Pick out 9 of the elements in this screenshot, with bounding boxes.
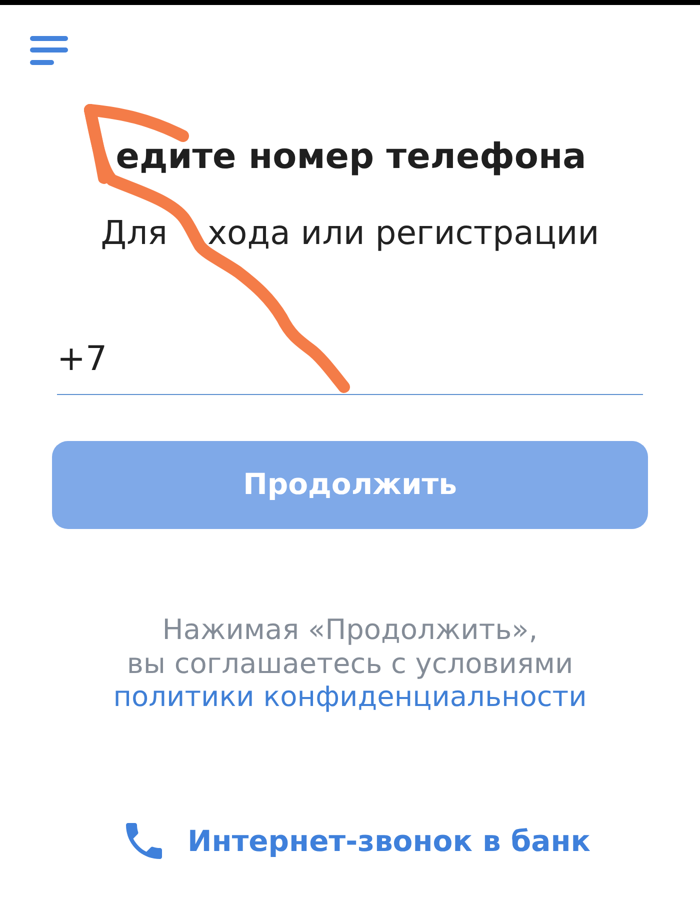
page-title: едите номер телефона <box>116 137 586 177</box>
subtitle-text: хода или регистрации <box>208 214 600 252</box>
phone-icon <box>126 822 162 858</box>
privacy-policy-link[interactable]: политики конфиденциальности <box>113 680 587 713</box>
internet-call-link[interactable]: Интернет-звонок в банк <box>126 820 590 860</box>
consent-text: Нажимая «Продолжить», вы соглашаетесь с условиями политики конфиденциальности <box>112 613 588 714</box>
phone-input[interactable]: +7 <box>57 339 643 395</box>
menu-icon[interactable] <box>30 36 68 65</box>
subtitle-text: Для <box>100 214 168 252</box>
